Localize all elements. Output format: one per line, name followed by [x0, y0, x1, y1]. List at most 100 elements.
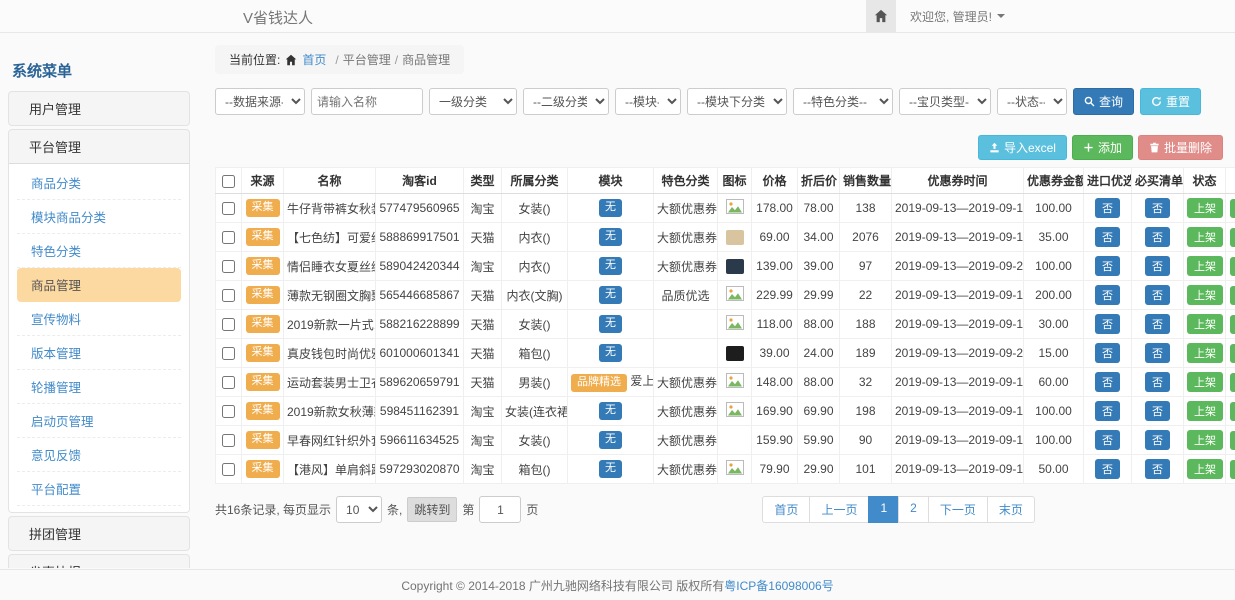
status-toggle[interactable]: 上架 [1187, 285, 1223, 305]
must-buy-toggle[interactable]: 否 [1145, 459, 1170, 479]
select-all-checkbox[interactable] [222, 175, 235, 188]
cell-checkbox [216, 223, 242, 252]
edit-button[interactable] [1230, 402, 1235, 421]
status-toggle[interactable]: 上架 [1187, 198, 1223, 218]
user-menu[interactable]: 欢迎您, 管理员! [896, 0, 1019, 32]
sidebar-item-platform-config[interactable]: 平台配置 [17, 472, 181, 506]
cell-import-choice: 否 [1084, 339, 1132, 368]
page-button-last[interactable]: 末页 [987, 496, 1035, 523]
sidebar-item-version-mgmt[interactable]: 版本管理 [17, 336, 181, 370]
per-page-select[interactable]: 10 [336, 496, 382, 523]
edit-button[interactable] [1230, 257, 1235, 276]
import-choice-toggle[interactable]: 否 [1095, 401, 1120, 421]
import-choice-toggle[interactable]: 否 [1095, 285, 1120, 305]
sidebar-section-user-mgmt[interactable]: 用户管理 [9, 92, 189, 125]
status-toggle[interactable]: 上架 [1187, 372, 1223, 392]
edit-button[interactable] [1230, 199, 1235, 218]
sidebar-item-promo-material[interactable]: 宣传物料 [17, 302, 181, 336]
edit-button[interactable] [1230, 344, 1235, 363]
home-button[interactable] [866, 0, 896, 32]
module-sub-category-filter-select[interactable]: --模块下分类-- [687, 88, 787, 115]
jump-page-input[interactable] [479, 496, 521, 523]
row-checkbox[interactable] [222, 318, 235, 331]
sidebar-section-express-news[interactable]: 省惠快报 [9, 555, 189, 568]
page-button-next[interactable]: 下一页 [928, 496, 988, 523]
row-checkbox[interactable] [222, 231, 235, 244]
row-checkbox[interactable] [222, 260, 235, 273]
sidebar-item-feedback[interactable]: 意见反馈 [17, 438, 181, 472]
must-buy-toggle[interactable]: 否 [1145, 227, 1170, 247]
page-button-2[interactable]: 2 [898, 496, 929, 523]
import-choice-toggle[interactable]: 否 [1095, 372, 1120, 392]
status-toggle[interactable]: 上架 [1187, 256, 1223, 276]
icp-link[interactable]: 粤ICP备16098006号 [724, 577, 833, 594]
sidebar-item-module-goods-category[interactable]: 模块商品分类 [17, 200, 181, 234]
table-row: 采集2019新款一片式系...588216228899天猫女装()无118.00… [216, 310, 1235, 339]
must-buy-toggle[interactable]: 否 [1145, 343, 1170, 363]
module-filter-select[interactable]: --模块-- [615, 88, 681, 115]
must-buy-toggle[interactable]: 否 [1145, 314, 1170, 334]
batch-delete-button[interactable]: 批量删除 [1138, 135, 1223, 160]
import-choice-toggle[interactable]: 否 [1095, 256, 1120, 276]
sidebar-item-splash-page-mgmt[interactable]: 启动页管理 [17, 404, 181, 438]
must-buy-toggle[interactable]: 否 [1145, 285, 1170, 305]
item-type-filter-select[interactable]: --宝贝类型-- [899, 88, 991, 115]
import-choice-toggle[interactable]: 否 [1095, 459, 1120, 479]
add-button[interactable]: 添加 [1072, 135, 1133, 160]
status-toggle[interactable]: 上架 [1187, 401, 1223, 421]
import-choice-toggle[interactable]: 否 [1095, 430, 1120, 450]
cell-discount-price: 69.90 [798, 397, 840, 426]
edit-button[interactable] [1230, 286, 1235, 305]
sidebar-item-goods-mgmt[interactable]: 商品管理 [17, 268, 181, 302]
row-checkbox[interactable] [222, 376, 235, 389]
level1-category-filter-select[interactable]: 一级分类 [429, 88, 517, 115]
reset-button[interactable]: 重置 [1140, 88, 1201, 115]
row-checkbox[interactable] [222, 202, 235, 215]
sidebar-section-platform-mgmt[interactable]: 平台管理 [9, 130, 189, 163]
must-buy-toggle[interactable]: 否 [1145, 256, 1170, 276]
status-toggle[interactable]: 上架 [1187, 430, 1223, 450]
status-toggle[interactable]: 上架 [1187, 227, 1223, 247]
must-buy-toggle[interactable]: 否 [1145, 372, 1170, 392]
cell-ops [1226, 281, 1235, 310]
row-checkbox[interactable] [222, 347, 235, 360]
cell-price: 178.00 [752, 194, 798, 223]
name-filter-input[interactable] [311, 88, 423, 115]
import-choice-toggle[interactable]: 否 [1095, 314, 1120, 334]
sidebar-item-goods-category[interactable]: 商品分类 [17, 166, 181, 200]
must-buy-toggle[interactable]: 否 [1145, 198, 1170, 218]
cell-icon [718, 281, 752, 310]
row-checkbox[interactable] [222, 463, 235, 476]
edit-button[interactable] [1230, 431, 1235, 450]
page-button-first[interactable]: 首页 [762, 496, 810, 523]
edit-button[interactable] [1230, 460, 1235, 479]
sidebar-item-feature-category[interactable]: 特色分类 [17, 234, 181, 268]
feature-category-filter-select[interactable]: --特色分类-- [793, 88, 893, 115]
sidebar-item-carousel-mgmt[interactable]: 轮播管理 [17, 370, 181, 404]
breadcrumb-home-link[interactable]: 首页 [302, 51, 326, 68]
edit-button[interactable] [1230, 228, 1235, 247]
row-checkbox[interactable] [222, 434, 235, 447]
module-cell-content: 无 [599, 431, 622, 445]
row-checkbox[interactable] [222, 289, 235, 302]
row-checkbox[interactable] [222, 405, 235, 418]
status-toggle[interactable]: 上架 [1187, 459, 1223, 479]
import-choice-toggle[interactable]: 否 [1095, 343, 1120, 363]
status-toggle[interactable]: 上架 [1187, 343, 1223, 363]
import-excel-button[interactable]: 导入excel [978, 135, 1067, 160]
edit-button[interactable] [1230, 315, 1235, 334]
data-source-filter-select[interactable]: --数据来源-- [215, 88, 305, 115]
sidebar-section-group-buy-mgmt[interactable]: 拼团管理 [9, 517, 189, 550]
page-button-1[interactable]: 1 [868, 496, 899, 523]
import-choice-toggle[interactable]: 否 [1095, 227, 1120, 247]
must-buy-toggle[interactable]: 否 [1145, 401, 1170, 421]
page-button-prev[interactable]: 上一页 [809, 496, 869, 523]
status-toggle[interactable]: 上架 [1187, 314, 1223, 334]
status-filter-select[interactable]: --状态-- [997, 88, 1067, 115]
level2-category-filter-select[interactable]: --二级分类-- [523, 88, 609, 115]
edit-button[interactable] [1230, 373, 1235, 392]
search-button[interactable]: 查询 [1073, 88, 1134, 115]
must-buy-toggle[interactable]: 否 [1145, 430, 1170, 450]
import-choice-toggle[interactable]: 否 [1095, 198, 1120, 218]
jump-button[interactable]: 跳转到 [407, 497, 457, 522]
